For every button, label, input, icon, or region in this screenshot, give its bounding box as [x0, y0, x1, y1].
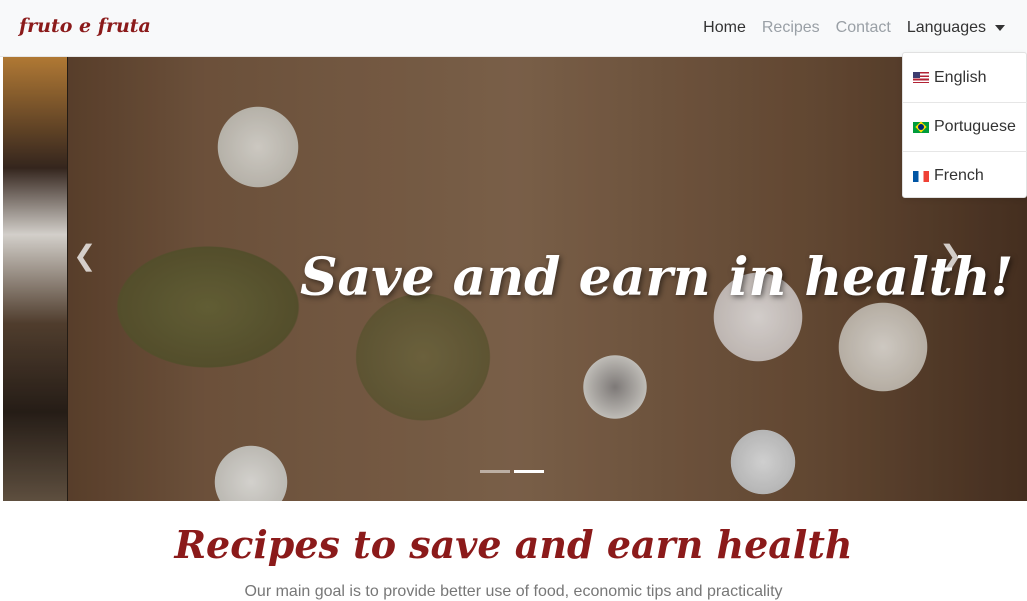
- carousel-indicators: [480, 470, 548, 473]
- nav-links: Home Recipes Contact Languages: [687, 19, 1005, 37]
- france-flag-icon: [913, 170, 929, 182]
- languages-dropdown-menu: English Portuguese French: [902, 52, 1027, 198]
- brazil-flag-icon: [913, 121, 929, 133]
- language-label: French: [934, 167, 984, 184]
- us-flag-icon: [913, 72, 929, 83]
- language-option-english[interactable]: English: [903, 53, 1027, 102]
- languages-dropdown-toggle[interactable]: Languages: [907, 19, 1005, 37]
- hero-carousel: ❮ Save and earn in health! ❯: [3, 57, 1027, 501]
- chevron-right-icon[interactable]: ❯: [939, 239, 962, 272]
- language-label: English: [934, 68, 987, 86]
- language-label: Portuguese: [934, 118, 1016, 135]
- nav-link-recipes[interactable]: Recipes: [762, 19, 820, 37]
- language-option-french[interactable]: French: [903, 151, 1027, 200]
- language-option-portuguese[interactable]: Portuguese: [903, 102, 1027, 151]
- caret-down-icon: [995, 24, 1005, 31]
- section-subtitle: Our main goal is to provide better use o…: [244, 583, 783, 600]
- brand-logo[interactable]: fruto e fruta: [19, 15, 151, 37]
- chevron-left-icon[interactable]: ❮: [73, 239, 96, 272]
- carousel-indicator-2[interactable]: [514, 470, 544, 473]
- navbar: fruto e fruta Home Recipes Contact Langu…: [0, 0, 1027, 57]
- nav-link-contact[interactable]: Contact: [836, 19, 891, 37]
- carousel-indicator-1[interactable]: [480, 470, 510, 473]
- section-title: Recipes to save and earn health: [174, 522, 853, 567]
- nav-link-home[interactable]: Home: [703, 19, 746, 37]
- hero-title: Save and earn in health!: [300, 247, 1014, 308]
- languages-label: Languages: [906, 19, 986, 36]
